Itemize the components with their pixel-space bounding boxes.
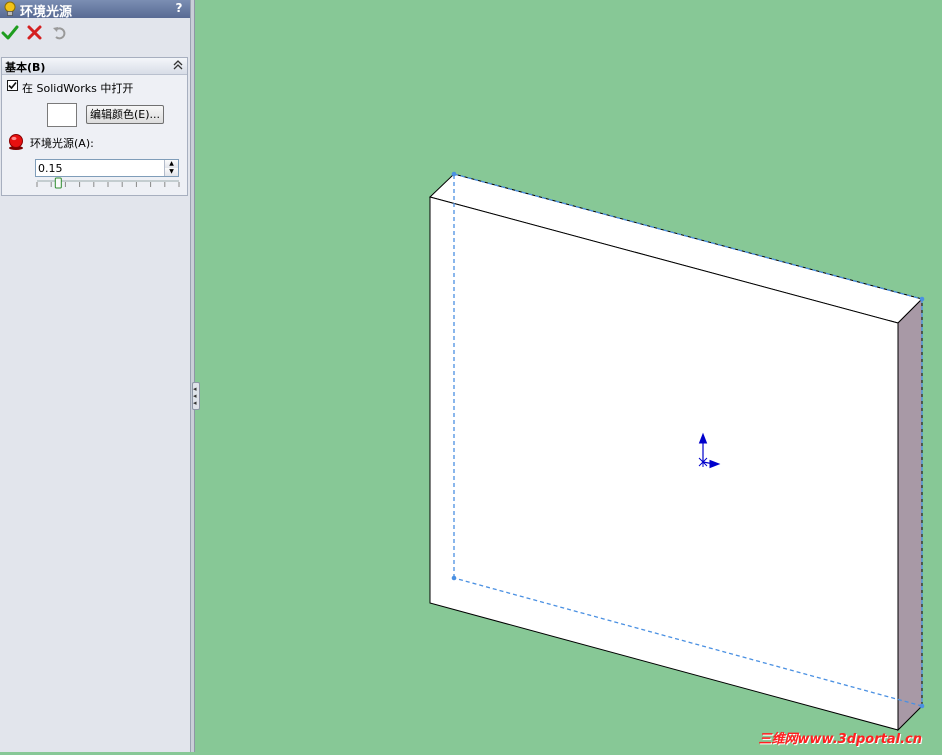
part-right-face	[897, 297, 923, 732]
open-in-solidworks-checkbox[interactable]	[7, 80, 18, 91]
panel-splitter[interactable]	[191, 0, 195, 752]
cancel-icon[interactable]	[26, 24, 46, 44]
graphics-viewport[interactable]: 三维网www.3dportal.cn	[196, 0, 942, 752]
color-swatch[interactable]	[47, 103, 77, 127]
ambient-slider[interactable]	[35, 177, 181, 191]
light-bulb-icon	[3, 1, 17, 21]
ambient-value-spinbox[interactable]: 0.15 ▲ ▼	[35, 159, 179, 177]
help-button[interactable]: ?	[171, 0, 187, 16]
open-in-solidworks-label: 在 SolidWorks 中打开	[22, 82, 134, 95]
action-bar	[0, 24, 190, 46]
basic-group-title: 基本(B)	[5, 61, 46, 74]
slider-thumb[interactable]	[54, 177, 62, 189]
ambient-light-label: 环境光源(A):	[30, 137, 94, 150]
spin-down-button[interactable]: ▼	[165, 168, 178, 176]
ambient-light-icon	[7, 133, 25, 154]
ambient-value[interactable]: 0.15	[38, 162, 63, 175]
basic-group: 基本(B) 在 SolidWorks 中打开 编辑颜色(E)... 环境光源(A…	[1, 57, 188, 196]
property-manager-panel: 环境光源 ? 基本(B) 在 SolidWorks 中打开 编辑颜色(E)...…	[0, 0, 191, 752]
panel-title: 环境光源	[20, 5, 73, 20]
spin-arrows: ▲ ▼	[164, 160, 178, 176]
collapse-chevron-icon[interactable]	[172, 58, 184, 75]
undo-icon[interactable]	[51, 24, 71, 44]
watermark: 三维网www.3dportal.cn	[758, 732, 922, 747]
confirm-icon[interactable]	[1, 24, 21, 44]
basic-group-header[interactable]: 基本(B)	[2, 58, 187, 75]
part-view[interactable]	[196, 0, 942, 752]
edit-color-button[interactable]: 编辑颜色(E)...	[86, 105, 164, 124]
panel-titlebar: 环境光源 ?	[0, 0, 190, 21]
